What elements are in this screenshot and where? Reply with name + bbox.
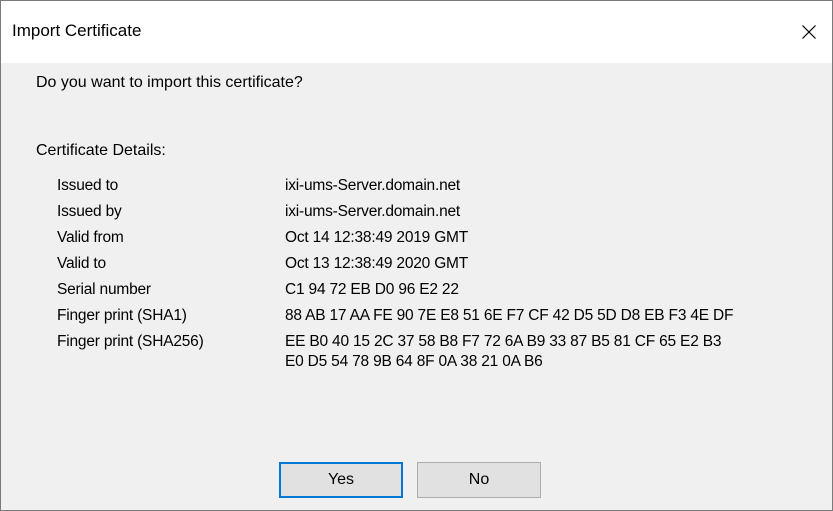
detail-value: Oct 14 12:38:49 2019 GMT bbox=[285, 229, 469, 246]
close-icon bbox=[801, 24, 817, 40]
window-title: Import Certificate bbox=[12, 21, 142, 40]
detail-label: Finger print (SHA256) bbox=[57, 333, 204, 350]
detail-value: Oct 13 12:38:49 2020 GMT bbox=[285, 255, 469, 272]
detail-label: Valid to bbox=[57, 255, 106, 272]
detail-row-sha256-fingerprint: Finger print (SHA256) EE B0 40 15 2C 37 … bbox=[57, 332, 817, 378]
detail-label: Finger print (SHA1) bbox=[57, 307, 187, 324]
detail-value: ixi-ums-Server.domain.net bbox=[285, 203, 461, 220]
detail-row-serial-number: Serial number C1 94 72 EB D0 96 E2 22 bbox=[57, 280, 817, 306]
detail-row-valid-to: Valid to Oct 13 12:38:49 2020 GMT bbox=[57, 254, 817, 280]
detail-value: 88 AB 17 AA FE 90 7E E8 51 6E F7 CF 42 D… bbox=[285, 307, 734, 324]
import-question: Do you want to import this certificate? bbox=[36, 74, 303, 91]
detail-row-issued-to: Issued to ixi-ums-Server.domain.net bbox=[57, 176, 817, 202]
detail-label: Issued to bbox=[57, 177, 119, 194]
yes-button[interactable]: Yes bbox=[279, 462, 403, 498]
title-bar[interactable]: Import Certificate bbox=[1, 1, 832, 63]
detail-label: Valid from bbox=[57, 229, 124, 246]
detail-label: Issued by bbox=[57, 203, 122, 220]
detail-value: EE B0 40 15 2C 37 58 B8 F7 72 6A B9 33 8… bbox=[285, 333, 722, 370]
detail-row-issued-by: Issued by ixi-ums-Server.domain.net bbox=[57, 202, 817, 228]
detail-row-sha1-fingerprint: Finger print (SHA1) 88 AB 17 AA FE 90 7E… bbox=[57, 306, 817, 332]
dialog-body: Do you want to import this certificate? … bbox=[1, 63, 832, 510]
certificate-details-list: Issued to ixi-ums-Server.domain.net Issu… bbox=[57, 176, 817, 378]
detail-value: C1 94 72 EB D0 96 E2 22 bbox=[285, 281, 459, 298]
import-certificate-dialog: Import Certificate Do you want to import… bbox=[0, 0, 833, 511]
detail-value: ixi-ums-Server.domain.net bbox=[285, 177, 461, 194]
detail-label: Serial number bbox=[57, 281, 151, 298]
certificate-details-heading: Certificate Details: bbox=[36, 142, 166, 159]
no-button[interactable]: No bbox=[417, 462, 541, 498]
close-button[interactable] bbox=[786, 1, 832, 63]
detail-row-valid-from: Valid from Oct 14 12:38:49 2019 GMT bbox=[57, 228, 817, 254]
